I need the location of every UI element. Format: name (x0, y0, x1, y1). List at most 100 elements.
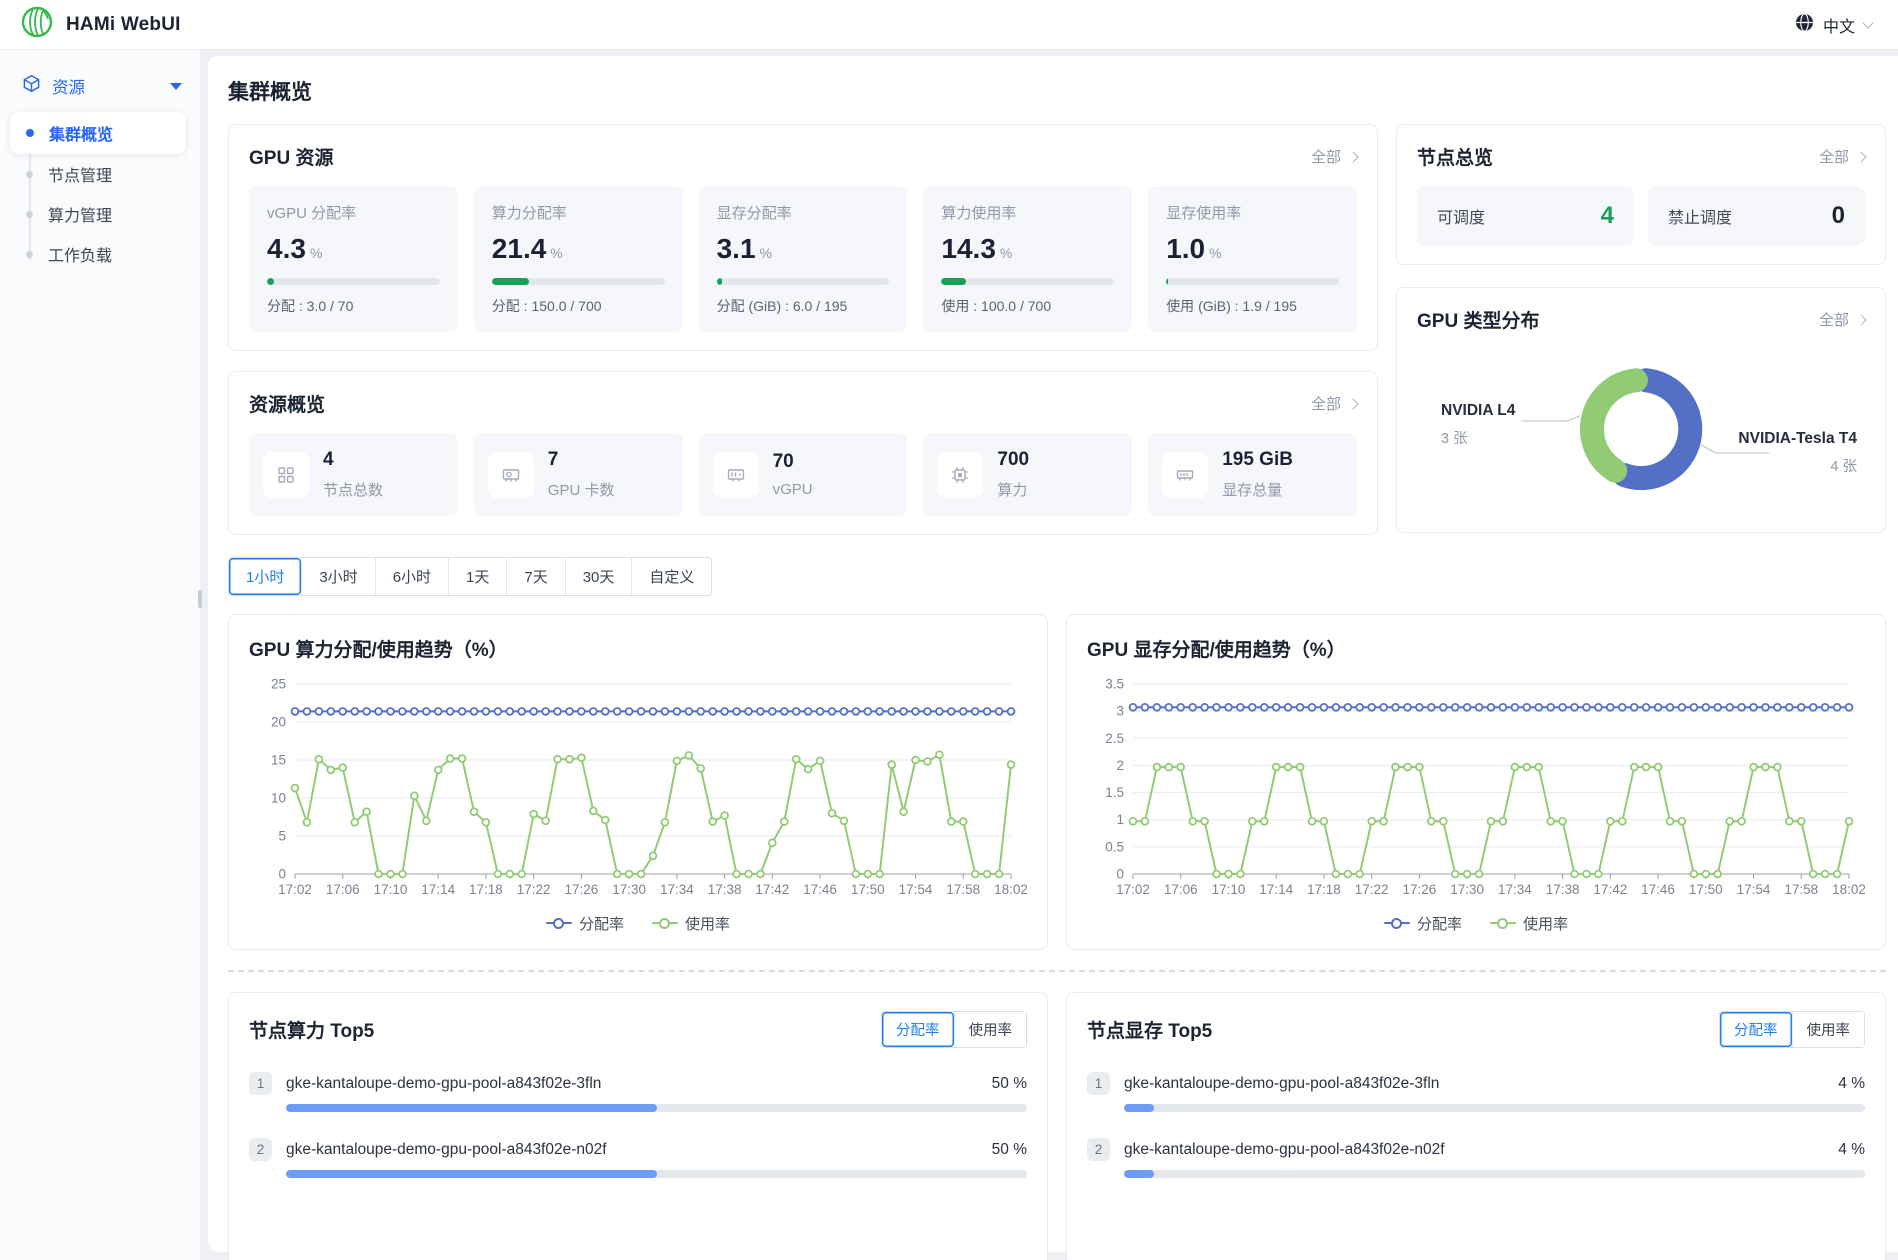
gpu-type-title: GPU 类型分布 (1417, 306, 1539, 333)
legend-alloc[interactable]: 分配率 (546, 913, 624, 934)
svg-text:17:30: 17:30 (1450, 882, 1484, 897)
toggle-usage-rate[interactable]: 使用率 (954, 1012, 1027, 1047)
metric-unit: % (310, 245, 322, 261)
language-selector[interactable]: 中文 (1795, 13, 1872, 37)
progress-fill (941, 278, 966, 285)
progress-track (717, 278, 890, 285)
resource-value: 7 (548, 449, 615, 471)
legend-alloc[interactable]: 分配率 (1384, 913, 1462, 934)
sidebar: 资源 集群概览 节点管理 算力管理 工作负载 (0, 50, 200, 1260)
metric-compute-usage: 算力使用率 14.3% 使用 : 100.0 / 700 (923, 186, 1132, 332)
resource-tile-compute: 700算力 (923, 433, 1132, 516)
svg-text:10: 10 (271, 791, 286, 806)
toggle-alloc-rate[interactable]: 分配率 (882, 1012, 954, 1047)
progress-track (267, 278, 440, 285)
chart-legend: 分配率 使用率 (1087, 911, 1865, 935)
bar-track (286, 1104, 1027, 1112)
all-link-label: 全部 (1819, 146, 1849, 167)
svg-text:1.5: 1.5 (1105, 785, 1124, 800)
metric-value: 14.3 (941, 233, 996, 265)
time-tab-7d[interactable]: 7天 (506, 558, 564, 595)
resource-label: 节点总数 (323, 479, 383, 500)
progress-fill (267, 278, 274, 285)
node-overview-title: 节点总览 (1417, 143, 1493, 170)
svg-text:17:46: 17:46 (803, 882, 837, 897)
gpu-resources-card: GPU 资源 全部 vGPU 分配率 4.3% 分配 : 3. (228, 124, 1378, 351)
resource-overview-all-link[interactable]: 全部 (1311, 393, 1357, 414)
legend-label: 分配率 (579, 913, 624, 934)
legend-usage[interactable]: 使用率 (1490, 913, 1568, 934)
timeline-dot-icon (26, 251, 33, 258)
svg-text:17:38: 17:38 (708, 882, 742, 897)
svg-text:17:30: 17:30 (612, 882, 646, 897)
gpu-type-all-link[interactable]: 全部 (1819, 309, 1865, 330)
svg-text:17:26: 17:26 (1403, 882, 1437, 897)
time-tab-6h[interactable]: 6小时 (375, 558, 448, 595)
svg-text:17:14: 17:14 (1259, 882, 1293, 897)
legend-label: 使用率 (685, 913, 730, 934)
node-overview-all-link[interactable]: 全部 (1819, 146, 1865, 167)
top5-row: 2 gke-kantaloupe-demo-gpu-pool-a843f02e-… (1087, 1138, 1865, 1178)
all-link-label: 全部 (1311, 393, 1341, 414)
progress-fill (717, 278, 722, 285)
brand: HAMi WebUI (20, 5, 181, 44)
svg-text:17:58: 17:58 (946, 882, 980, 897)
svg-text:0: 0 (1116, 867, 1124, 882)
top5-metric-toggle: 分配率 使用率 (881, 1011, 1027, 1048)
time-tab-custom[interactable]: 自定义 (631, 558, 711, 595)
metric-label: 显存分配率 (717, 202, 890, 223)
chevron-right-icon (1347, 398, 1358, 409)
node-compute-top5-title: 节点算力 Top5 (249, 1016, 374, 1043)
metric-value: 1.0 (1166, 233, 1205, 265)
metric-detail: 使用 : 100.0 / 700 (941, 296, 1114, 316)
time-tab-1h[interactable]: 1小时 (229, 558, 301, 595)
sidebar-item-node-management[interactable]: 节点管理 (0, 154, 186, 194)
sidebar-collapse-handle[interactable] (198, 590, 202, 608)
node-percent: 4 % (1838, 1075, 1865, 1093)
svg-text:17:58: 17:58 (1784, 882, 1818, 897)
metric-detail: 分配 (GiB) : 6.0 / 195 (717, 296, 890, 316)
progress-track (941, 278, 1114, 285)
legend-marker-icon (546, 918, 572, 929)
resource-label: 显存总量 (1222, 479, 1293, 500)
nodes-icon (263, 452, 309, 498)
svg-text:17:02: 17:02 (278, 882, 312, 897)
sidebar-item-cluster-overview[interactable]: 集群概览 (10, 112, 186, 154)
legend-usage[interactable]: 使用率 (652, 913, 730, 934)
resource-overview-card: 资源概览 全部 4节点总数 (228, 371, 1378, 535)
globe-icon (1795, 13, 1814, 37)
resource-value: 700 (997, 449, 1029, 471)
time-range-tabs: 1小时 3小时 6小时 1天 7天 30天 自定义 (228, 557, 712, 596)
gpu-resources-all-link[interactable]: 全部 (1311, 146, 1357, 167)
chevron-right-icon (1855, 151, 1866, 162)
timeline-dot-icon (26, 129, 34, 137)
svg-text:1: 1 (1116, 812, 1124, 827)
svg-text:20: 20 (271, 715, 286, 730)
svg-text:17:10: 17:10 (1212, 882, 1246, 897)
svg-text:17:14: 17:14 (421, 882, 455, 897)
svg-text:17:18: 17:18 (469, 882, 503, 897)
svg-text:17:06: 17:06 (1164, 882, 1198, 897)
resource-value: 4 (323, 449, 383, 471)
top5-row: 1 gke-kantaloupe-demo-gpu-pool-a843f02e-… (1087, 1072, 1865, 1112)
sidebar-item-compute-management[interactable]: 算力管理 (0, 194, 186, 234)
svg-text:17:54: 17:54 (899, 882, 933, 897)
compute-chip-icon (937, 452, 983, 498)
top5-metric-toggle: 分配率 使用率 (1719, 1011, 1865, 1048)
toggle-usage-rate[interactable]: 使用率 (1792, 1012, 1865, 1047)
sidebar-item-workloads[interactable]: 工作负载 (0, 234, 186, 274)
metric-detail: 使用 (GiB) : 1.9 / 195 (1166, 296, 1339, 316)
time-tab-3h[interactable]: 3小时 (301, 558, 374, 595)
compute-trend-title: GPU 算力分配/使用趋势（%） (249, 635, 1027, 662)
time-tab-30d[interactable]: 30天 (565, 558, 632, 595)
svg-text:17:54: 17:54 (1737, 882, 1771, 897)
svg-text:0.5: 0.5 (1105, 839, 1124, 854)
sidebar-group-resources[interactable]: 资源 (0, 60, 200, 112)
metric-vgpu-alloc: vGPU 分配率 4.3% 分配 : 3.0 / 70 (249, 186, 458, 332)
time-tab-1d[interactable]: 1天 (448, 558, 506, 595)
donut-qty-t4: 4 张 (1830, 458, 1857, 475)
toggle-alloc-rate[interactable]: 分配率 (1720, 1012, 1792, 1047)
schedulable-tile: 可调度 4 (1417, 186, 1634, 246)
sidebar-item-label: 工作负载 (48, 242, 112, 266)
bar-fill (286, 1104, 657, 1112)
